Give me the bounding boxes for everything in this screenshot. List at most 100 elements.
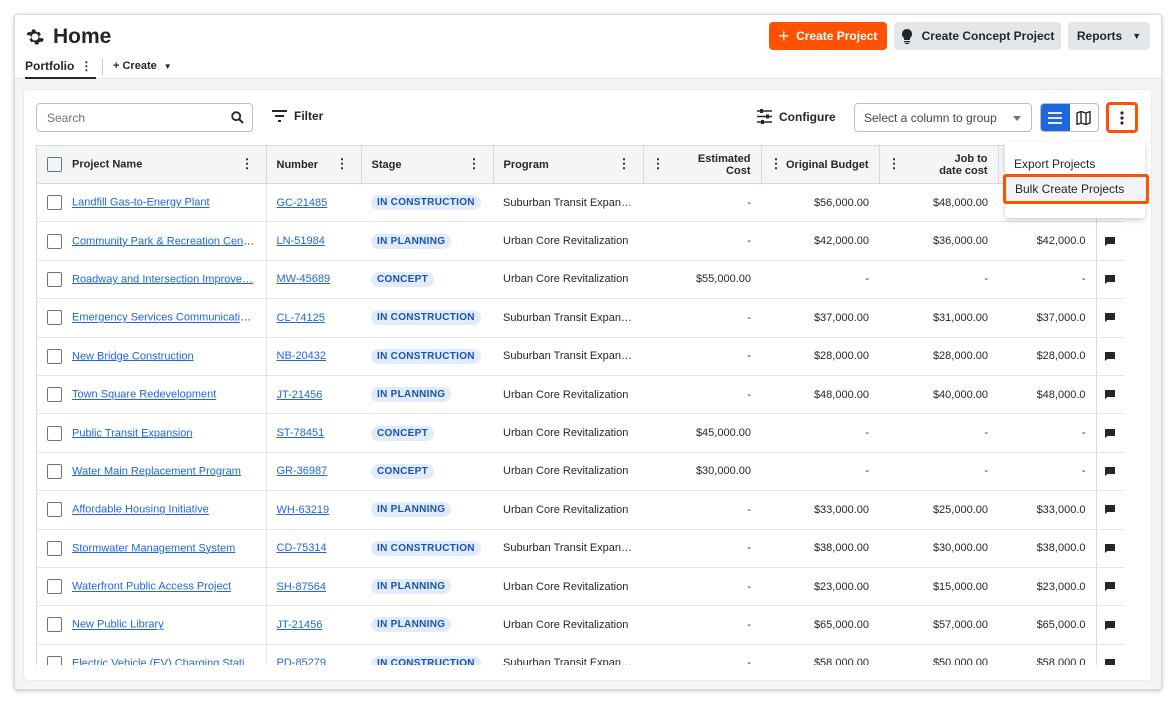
column-header-stage[interactable]: Stage ⋮ xyxy=(361,145,494,184)
row-checkbox[interactable] xyxy=(47,310,62,326)
project-number-link[interactable]: GR-36987 xyxy=(277,465,328,477)
group-by-select[interactable]: Select a column to group xyxy=(854,103,1032,132)
column-header-estimated-cost[interactable]: ⋮ Estimated Cost xyxy=(643,145,762,184)
project-number-link[interactable]: PD-85279 xyxy=(277,657,327,665)
row-checkbox[interactable] xyxy=(47,502,62,518)
lightbulb-icon xyxy=(901,28,912,44)
comment-icon[interactable] xyxy=(1105,236,1116,246)
column-header-job-to-date-cost[interactable]: ⋮ Job to date cost xyxy=(879,145,999,184)
comment-icon[interactable] xyxy=(1105,313,1116,323)
project-number-link[interactable]: JT-21456 xyxy=(277,389,323,401)
comment-icon[interactable] xyxy=(1105,658,1116,665)
cell-comments xyxy=(1095,221,1124,261)
project-number-link[interactable]: MW-45689 xyxy=(277,273,331,285)
project-number-link[interactable]: CL-74125 xyxy=(277,312,325,324)
row-checkbox[interactable] xyxy=(47,463,62,479)
select-all-checkbox[interactable] xyxy=(47,157,62,172)
column-menu-icon[interactable]: ⋮ xyxy=(336,157,349,170)
map-view-button[interactable] xyxy=(1070,104,1099,131)
comment-icon[interactable] xyxy=(1105,543,1116,553)
cell-job-to-date-cost: $15,000.00 xyxy=(879,567,998,607)
row-checkbox[interactable] xyxy=(47,617,62,633)
column-header-program[interactable]: Program ⋮ xyxy=(493,145,644,184)
list-view-button[interactable] xyxy=(1041,104,1070,131)
search-input[interactable]: Search xyxy=(36,103,253,132)
tab-menu-icon[interactable]: ⋮ xyxy=(80,59,92,73)
project-name-link[interactable]: New Bridge Construction xyxy=(72,350,194,362)
cell-extra: - xyxy=(998,413,1096,453)
stage-badge: IN PLANNING xyxy=(371,579,452,595)
project-number-link[interactable]: CD-75314 xyxy=(277,542,327,554)
tab-portfolio[interactable]: Portfolio ⋮ xyxy=(25,59,97,79)
create-concept-project-button[interactable]: Create Concept Project xyxy=(894,22,1061,50)
project-name-link[interactable]: Waterfront Public Access Project xyxy=(72,581,231,593)
project-name-link[interactable]: Affordable Housing Initiative xyxy=(72,504,209,516)
row-checkbox[interactable] xyxy=(47,540,62,556)
stage-badge: IN CONSTRUCTION xyxy=(371,195,481,211)
gear-icon[interactable] xyxy=(25,27,45,47)
row-checkbox[interactable] xyxy=(47,655,62,665)
column-menu-icon[interactable]: ⋮ xyxy=(652,157,665,170)
create-dropdown[interactable]: + Create ▼ xyxy=(113,60,172,72)
more-actions-button[interactable] xyxy=(1106,102,1138,133)
project-name-link[interactable]: Roadway and Intersection Improve… xyxy=(72,273,253,285)
comment-icon[interactable] xyxy=(1105,467,1116,477)
comment-icon[interactable] xyxy=(1105,275,1116,285)
cell-extra: $37,000.0 xyxy=(998,298,1096,338)
row-checkbox[interactable] xyxy=(47,271,62,287)
row-checkbox[interactable] xyxy=(47,425,62,441)
column-menu-icon[interactable]: ⋮ xyxy=(618,157,631,170)
project-name-link[interactable]: Electric Vehicle (EV) Charging Stati… xyxy=(72,657,255,665)
row-checkbox[interactable] xyxy=(47,195,62,211)
table-row: Roadway and Intersection Improve… MW-4568… xyxy=(37,260,1124,300)
row-checkbox[interactable] xyxy=(47,387,62,403)
project-number-link[interactable]: JT-21456 xyxy=(277,619,323,631)
row-checkbox[interactable] xyxy=(47,348,62,364)
project-name-link[interactable]: Stormwater Management System xyxy=(72,542,235,554)
cell-program: Urban Core Revitalization xyxy=(493,260,643,300)
cell-program: Suburban Transit Expans… xyxy=(493,644,643,665)
project-name-link[interactable]: New Public Library xyxy=(72,619,164,631)
project-name-link[interactable]: Public Transit Expansion xyxy=(72,427,192,439)
cell-original-budget: $58,000.00 xyxy=(761,644,879,665)
filter-button[interactable]: Filter xyxy=(272,109,323,123)
cell-comments xyxy=(1095,375,1124,415)
reports-button[interactable]: Reports ▼ xyxy=(1068,22,1150,50)
comment-icon[interactable] xyxy=(1105,428,1116,438)
comment-icon[interactable] xyxy=(1105,390,1116,400)
column-menu-icon[interactable]: ⋮ xyxy=(888,157,901,170)
project-number-link[interactable]: GC-21485 xyxy=(277,197,328,209)
row-checkbox[interactable] xyxy=(47,579,62,595)
header: Home Portfolio ⋮ + Create ▼ + Create Proje… xyxy=(15,15,1161,79)
cell-project-name: Stormwater Management System xyxy=(37,529,267,568)
comment-icon[interactable] xyxy=(1105,505,1116,515)
column-menu-icon[interactable]: ⋮ xyxy=(770,157,783,170)
comment-icon[interactable] xyxy=(1105,620,1116,630)
project-name-link[interactable]: Water Main Replacement Program xyxy=(72,465,241,477)
column-header-original-budget[interactable]: ⋮ Original Budget xyxy=(761,145,880,184)
project-name-link[interactable]: Emergency Services Communicatio… xyxy=(72,312,257,324)
column-menu-icon[interactable]: ⋮ xyxy=(241,157,254,170)
cell-stage: IN PLANNING xyxy=(361,605,493,645)
configure-button[interactable]: Configure xyxy=(757,109,836,124)
bulk-create-projects-item[interactable]: Bulk Create Projects xyxy=(1003,174,1149,204)
column-header-number[interactable]: Number ⋮ xyxy=(266,145,362,184)
project-number-link[interactable]: LN-51984 xyxy=(277,235,325,247)
comment-icon[interactable] xyxy=(1105,582,1116,592)
cell-job-to-date-cost: $57,000.00 xyxy=(879,605,998,645)
comment-icon[interactable] xyxy=(1105,351,1116,361)
cell-number: ST-78451 xyxy=(266,413,361,453)
projects-table: Project Name ⋮ Number ⋮ Stage ⋮ Program ⋮ ⋮ E… xyxy=(36,145,1151,665)
project-number-link[interactable]: NB-20432 xyxy=(277,350,327,362)
project-number-link[interactable]: SH-87564 xyxy=(277,581,327,593)
row-checkbox[interactable] xyxy=(47,233,62,249)
column-header-project-name[interactable]: Project Name ⋮ xyxy=(37,145,267,184)
project-number-link[interactable]: ST-78451 xyxy=(277,427,325,439)
project-name-link[interactable]: Community Park & Recreation Center xyxy=(72,235,256,247)
create-project-button[interactable]: + Create Project xyxy=(769,22,887,50)
table-row: Electric Vehicle (EV) Charging Stati… PD-… xyxy=(37,644,1124,665)
project-name-link[interactable]: Landfill Gas-to-Energy Plant xyxy=(72,197,210,209)
project-name-link[interactable]: Town Square Redevelopment xyxy=(72,389,216,401)
project-number-link[interactable]: WH-63219 xyxy=(277,504,330,516)
column-menu-icon[interactable]: ⋮ xyxy=(468,157,481,170)
